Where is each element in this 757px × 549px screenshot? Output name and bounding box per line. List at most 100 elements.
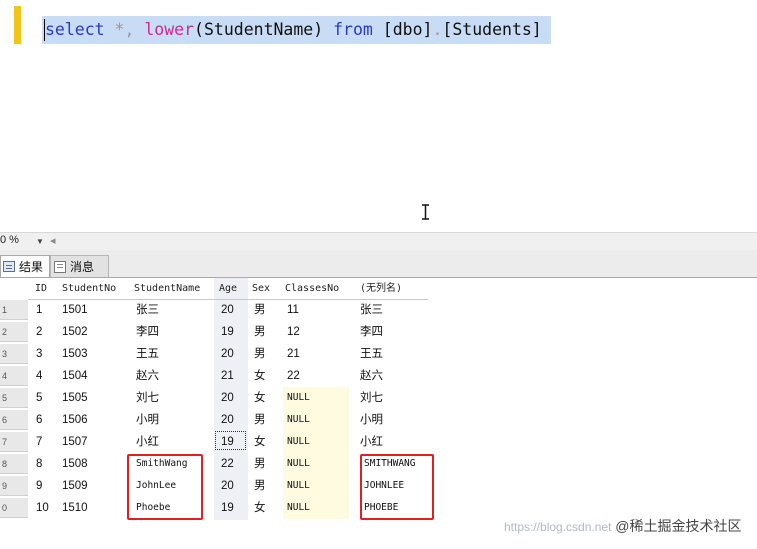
cell-classesno[interactable]: NULL bbox=[287, 431, 310, 453]
text-caret bbox=[44, 19, 45, 41]
cell-age[interactable]: 20 bbox=[221, 409, 234, 431]
keyword-select: select bbox=[45, 20, 105, 39]
cell-sex[interactable]: 女 bbox=[254, 497, 266, 519]
cell-studentno[interactable]: 1508 bbox=[62, 453, 88, 475]
table-row[interactable]: 1 1 1501 张三 20 男 11 张三 bbox=[0, 299, 440, 321]
cell-unnamed[interactable]: 刘七 bbox=[360, 387, 383, 409]
cell-age[interactable]: 21 bbox=[221, 365, 234, 387]
cell-studentno[interactable]: 1501 bbox=[62, 299, 88, 321]
cell-id[interactable]: 3 bbox=[36, 343, 42, 365]
cell-studentname[interactable]: 小红 bbox=[136, 431, 159, 453]
row-selector[interactable]: 8 bbox=[0, 454, 28, 474]
column-header-age[interactable]: Age bbox=[219, 278, 237, 300]
table-row[interactable]: 3 3 1503 王五 20 男 21 王五 bbox=[0, 343, 440, 365]
row-selector[interactable]: 2 bbox=[0, 322, 28, 342]
cell-age[interactable]: 20 bbox=[221, 299, 234, 321]
cell-studentno[interactable]: 1505 bbox=[62, 387, 88, 409]
cell-id[interactable]: 10 bbox=[36, 497, 49, 519]
cell-sex[interactable]: 女 bbox=[254, 431, 266, 453]
scroll-left-icon[interactable]: ◂ bbox=[50, 234, 56, 247]
cell-studentno[interactable]: 1502 bbox=[62, 321, 88, 343]
cell-studentno[interactable]: 1510 bbox=[62, 497, 88, 519]
cell-sex[interactable]: 男 bbox=[254, 321, 266, 343]
cell-id[interactable]: 1 bbox=[36, 299, 42, 321]
column-header-sex[interactable]: Sex bbox=[252, 278, 270, 300]
cell-studentno[interactable]: 1504 bbox=[62, 365, 88, 387]
cell-classesno[interactable]: 22 bbox=[287, 365, 300, 387]
row-selector[interactable]: 7 bbox=[0, 432, 28, 452]
cell-id[interactable]: 4 bbox=[36, 365, 42, 387]
cell-classesno[interactable]: 12 bbox=[287, 321, 300, 343]
table-row[interactable]: 5 5 1505 刘七 20 女 NULL 刘七 bbox=[0, 387, 440, 409]
annotation-box-studentname bbox=[127, 454, 203, 520]
tab-results[interactable]: 结果 bbox=[0, 255, 50, 277]
cell-classesno[interactable]: 11 bbox=[287, 299, 299, 321]
cell-studentno[interactable]: 1503 bbox=[62, 343, 88, 365]
cell-id[interactable]: 9 bbox=[36, 475, 42, 497]
column-header-id[interactable]: ID bbox=[35, 278, 47, 300]
row-selector[interactable]: 5 bbox=[0, 388, 28, 408]
column-header-studentname[interactable]: StudentName bbox=[134, 278, 200, 300]
cell-studentname[interactable]: 张三 bbox=[136, 299, 159, 321]
column-header-classesno[interactable]: ClassesNo bbox=[285, 278, 339, 300]
cell-classesno[interactable]: NULL bbox=[287, 387, 310, 409]
column-header-unnamed[interactable]: (无列名) bbox=[360, 278, 402, 300]
cell-classesno[interactable]: 21 bbox=[287, 343, 300, 365]
cell-classesno[interactable]: NULL bbox=[287, 453, 310, 475]
cell-id[interactable]: 2 bbox=[36, 321, 42, 343]
focused-cell-outline bbox=[215, 431, 246, 450]
function-lower: lower bbox=[144, 20, 195, 39]
cell-unnamed[interactable]: 李四 bbox=[360, 321, 383, 343]
row-selector[interactable]: 4 bbox=[0, 366, 28, 386]
cell-studentname[interactable]: 李四 bbox=[136, 321, 159, 343]
cell-unnamed[interactable]: 小红 bbox=[360, 431, 383, 453]
cell-unnamed[interactable]: 王五 bbox=[360, 343, 383, 365]
query-editor[interactable]: select *, lower(StudentName) from [dbo].… bbox=[0, 0, 757, 232]
cell-unnamed[interactable]: 小明 bbox=[360, 409, 383, 431]
cell-studentname[interactable]: 小明 bbox=[136, 409, 159, 431]
cell-classesno[interactable]: NULL bbox=[287, 497, 310, 519]
cell-sex[interactable]: 男 bbox=[254, 409, 266, 431]
cell-sex[interactable]: 男 bbox=[254, 475, 266, 497]
table-row[interactable]: 6 6 1506 小明 20 男 NULL 小明 bbox=[0, 409, 440, 431]
cell-studentno[interactable]: 1506 bbox=[62, 409, 88, 431]
cell-unnamed[interactable]: 赵六 bbox=[360, 365, 383, 387]
cell-studentname[interactable]: 赵六 bbox=[136, 365, 159, 387]
cell-age[interactable]: 20 bbox=[221, 475, 234, 497]
cell-sex[interactable]: 女 bbox=[254, 365, 266, 387]
zoom-level[interactable]: 0 % bbox=[0, 234, 19, 246]
table-row[interactable]: 2 2 1502 李四 19 男 12 李四 bbox=[0, 321, 440, 343]
cell-sex[interactable]: 男 bbox=[254, 453, 266, 475]
changed-line-marker bbox=[14, 6, 21, 44]
table-row[interactable]: 4 4 1504 赵六 21 女 22 赵六 bbox=[0, 365, 440, 387]
row-selector[interactable]: 0 bbox=[0, 498, 28, 518]
cell-sex[interactable]: 男 bbox=[254, 299, 266, 321]
row-selector[interactable]: 1 bbox=[0, 300, 28, 320]
cell-sex[interactable]: 男 bbox=[254, 343, 266, 365]
row-selector[interactable]: 6 bbox=[0, 410, 28, 430]
tab-messages[interactable]: 消息 bbox=[50, 255, 109, 277]
cell-unnamed[interactable]: 张三 bbox=[360, 299, 383, 321]
row-selector[interactable]: 9 bbox=[0, 476, 28, 496]
row-selector[interactable]: 3 bbox=[0, 344, 28, 364]
cell-age[interactable]: 22 bbox=[221, 453, 234, 475]
cell-age[interactable]: 19 bbox=[221, 321, 234, 343]
cell-age[interactable]: 20 bbox=[221, 387, 234, 409]
chevron-down-icon[interactable]: ▼ bbox=[36, 237, 44, 246]
column-header-studentno[interactable]: StudentNo bbox=[62, 278, 116, 300]
cell-classesno[interactable]: NULL bbox=[287, 409, 310, 431]
cell-id[interactable]: 5 bbox=[36, 387, 42, 409]
cell-age[interactable]: 19 bbox=[221, 497, 234, 519]
sql-statement[interactable]: select *, lower(StudentName) from [dbo].… bbox=[45, 19, 542, 41]
cell-age[interactable]: 20 bbox=[221, 343, 234, 365]
cell-studentno[interactable]: 1507 bbox=[62, 431, 88, 453]
cell-studentname[interactable]: 刘七 bbox=[136, 387, 159, 409]
cell-sex[interactable]: 女 bbox=[254, 387, 266, 409]
table-name: [Students] bbox=[442, 20, 542, 39]
cell-studentname[interactable]: 王五 bbox=[136, 343, 159, 365]
cell-id[interactable]: 8 bbox=[36, 453, 42, 475]
cell-id[interactable]: 6 bbox=[36, 409, 42, 431]
cell-id[interactable]: 7 bbox=[36, 431, 42, 453]
cell-classesno[interactable]: NULL bbox=[287, 475, 310, 497]
cell-studentno[interactable]: 1509 bbox=[62, 475, 88, 497]
